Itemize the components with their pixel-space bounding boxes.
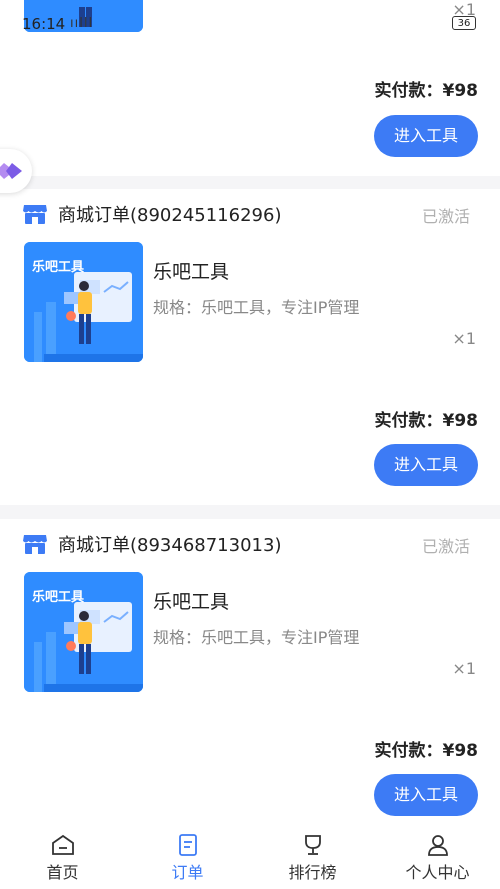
product-spec: 规格：乐吧工具，专注IP管理 bbox=[153, 628, 360, 647]
paid-value: ¥98 bbox=[442, 741, 479, 761]
paid-amount: 实付款：¥98 bbox=[375, 736, 479, 761]
paid-amount: 实付款：¥98 bbox=[375, 406, 479, 431]
product-thumbnail: 乐吧工具 bbox=[24, 242, 143, 362]
tab-ranking[interactable]: 排行榜 bbox=[250, 829, 375, 889]
thumbnail-text: 乐吧工具 bbox=[32, 590, 85, 605]
bottom-tab-bar: 首页 订单 排行榜 个人中心 bbox=[0, 829, 500, 889]
order-card: 商城订单(893468713013) 已激活 乐吧工具 乐吧工具 规格：乐吧工具… bbox=[0, 519, 500, 829]
tab-label: 个人中心 bbox=[405, 863, 470, 882]
order-card: 商城订单(890245116296) 已激活 乐吧工具 乐吧工具 规格：乐吧工具… bbox=[0, 189, 500, 505]
tab-label: 首页 bbox=[46, 863, 79, 882]
tab-profile[interactable]: 个人中心 bbox=[375, 829, 500, 889]
diamond-icon bbox=[0, 163, 22, 179]
signal-icon: ıılll bbox=[70, 16, 94, 31]
order-header: 商城订单(893468713013) bbox=[22, 529, 281, 559]
order-status: 已激活 bbox=[421, 537, 470, 556]
trophy-icon bbox=[304, 835, 321, 855]
paid-label: 实付款： bbox=[374, 411, 443, 431]
product-spec: 规格：乐吧工具，专注IP管理 bbox=[153, 298, 360, 317]
enter-tool-button[interactable]: 进入工具 bbox=[374, 115, 478, 157]
paid-label: 实付款： bbox=[374, 741, 443, 761]
tab-orders[interactable]: 订单 bbox=[125, 829, 250, 889]
order-title: 商城订单(890245116296) bbox=[58, 205, 282, 226]
order-icon bbox=[178, 834, 197, 856]
tab-label: 订单 bbox=[171, 863, 204, 882]
quantity-label: ×1 bbox=[452, 659, 476, 678]
order-title: 商城订单(893468713013) bbox=[58, 535, 282, 556]
paid-value: ¥98 bbox=[442, 81, 479, 101]
user-icon bbox=[427, 835, 448, 856]
enter-tool-button[interactable]: 进入工具 bbox=[374, 444, 478, 486]
status-time: 16:14 bbox=[22, 15, 66, 33]
paid-amount: 实付款：¥98 bbox=[375, 76, 479, 101]
paid-value: ¥98 bbox=[442, 411, 479, 431]
paid-label: 实付款： bbox=[374, 81, 443, 101]
product-thumbnail: 乐吧工具 bbox=[24, 572, 143, 692]
enter-tool-button[interactable]: 进入工具 bbox=[374, 774, 478, 816]
home-icon bbox=[51, 834, 74, 855]
shop-icon bbox=[23, 205, 47, 224]
status-bar: 16:14 ıılll 36 bbox=[0, 0, 500, 34]
tab-label: 排行榜 bbox=[288, 863, 337, 882]
battery-icon: 36 bbox=[452, 16, 476, 30]
thumbnail-text: 乐吧工具 bbox=[32, 260, 85, 275]
floating-share-button[interactable] bbox=[0, 149, 32, 193]
quantity-label: ×1 bbox=[452, 329, 476, 348]
product-name: 乐吧工具 bbox=[153, 591, 230, 613]
order-header: 商城订单(890245116296) bbox=[22, 199, 281, 229]
product-name: 乐吧工具 bbox=[153, 261, 230, 283]
order-status: 已激活 bbox=[421, 207, 470, 226]
shop-icon bbox=[23, 535, 47, 554]
tab-home[interactable]: 首页 bbox=[0, 829, 125, 889]
